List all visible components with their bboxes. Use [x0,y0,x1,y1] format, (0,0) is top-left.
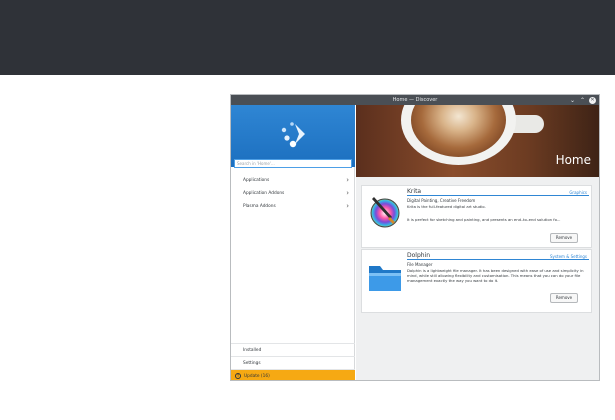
page-title: Home [555,153,591,167]
desktop-top-panel [0,0,615,75]
discover-logo-icon [281,122,305,148]
chevron-right-icon: › [346,189,349,197]
app-name[interactable]: Dolphin [407,252,430,259]
chevron-right-icon: › [346,202,349,210]
sidebar-item-label: Application Addons [243,191,285,196]
krita-icon [370,197,400,228]
app-name[interactable]: Krita [407,188,421,195]
sidebar-bottom-nav: Installed Settings ↑ Update (16) [231,343,355,380]
remove-button[interactable]: Remove [550,293,578,303]
window-controls: ⌄ ⌃ ✕ [569,96,596,104]
sidebar-nav: Applications › Application Addons › Plas… [231,174,355,213]
sidebar-item-applications[interactable]: Applications › [231,174,355,187]
app-subtitle: Digital Painting, Creative Freedom [407,198,476,203]
window-titlebar[interactable]: Home — Discover ⌄ ⌃ ✕ [231,95,599,105]
sidebar-item-application-addons[interactable]: Application Addons › [231,187,355,200]
sidebar-header: Search in 'Home'... [231,105,355,168]
discover-window: Home — Discover ⌄ ⌃ ✕ Search in 'Home'..… [230,94,600,381]
minimize-icon[interactable]: ⌄ [569,97,576,104]
maximize-icon[interactable]: ⌃ [579,97,586,104]
sidebar-item-installed[interactable]: Installed [231,343,355,356]
app-card-dolphin[interactable]: Dolphin System & Settings File Manager D… [361,249,592,313]
chevron-right-icon: › [346,176,349,184]
search-input[interactable]: Search in 'Home'... [234,159,352,168]
card-divider [407,195,589,196]
sidebar-item-update[interactable]: ↑ Update (16) [231,369,355,380]
main-content: Home Krita Graphics Digital Painting, Cr… [356,105,599,380]
app-subtitle: File Manager [407,262,433,267]
window-title: Home — Discover [392,97,438,103]
update-label: Update (16) [244,374,270,379]
dolphin-folder-icon [369,266,401,291]
sidebar: Search in 'Home'... Applications › Appli… [231,105,355,380]
close-icon[interactable]: ✕ [589,96,596,104]
card-divider [407,259,589,260]
app-description: Krita is the full-featured digital art s… [407,204,486,209]
app-description-more: It is perfect for sketching and painting… [407,217,561,222]
update-icon: ↑ [235,372,241,379]
remove-button[interactable]: Remove [550,233,578,243]
sidebar-item-label: Applications [243,178,270,183]
sidebar-item-label: Plasma Addons [243,204,276,209]
app-description: Dolphin is a lightweight file manager. I… [407,268,584,283]
sidebar-item-plasma-addons[interactable]: Plasma Addons › [231,200,355,213]
sidebar-item-settings[interactable]: Settings [231,356,355,369]
hero-banner: Home [356,105,599,177]
app-card-krita[interactable]: Krita Graphics Digital Painting, Creativ… [361,185,592,248]
